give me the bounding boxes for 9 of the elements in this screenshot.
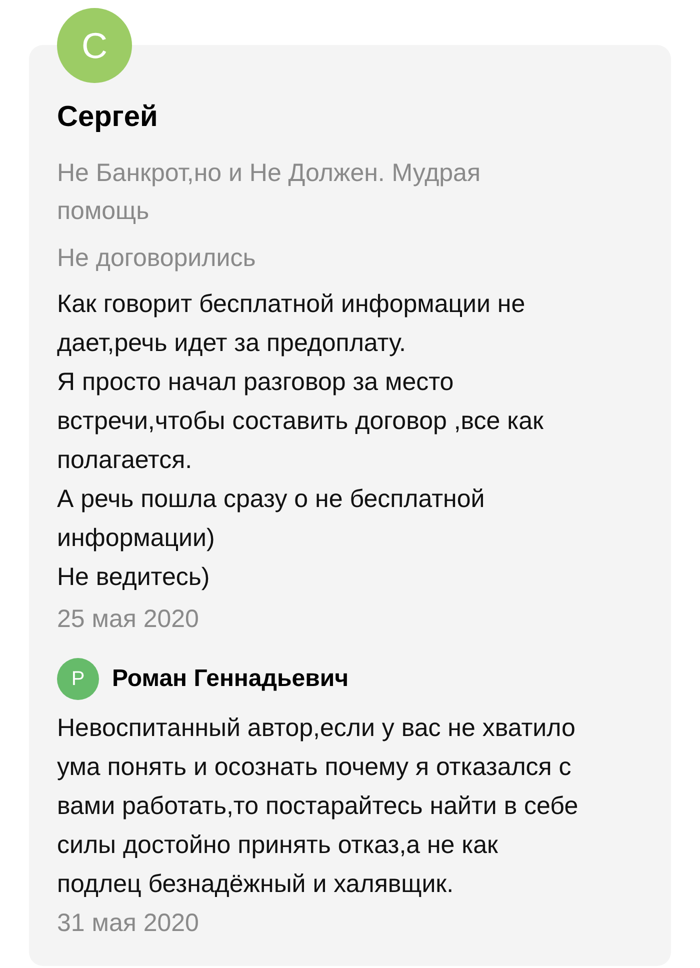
reply-author-name: Роман Геннадьевич <box>112 664 349 694</box>
avatar: С <box>57 8 132 83</box>
reply-date: 31 мая 2020 <box>57 908 199 939</box>
company-name: Не Банкрот,но и Не Должен. Мудрая помощь <box>57 158 482 227</box>
deal-status: Не договорились <box>57 243 256 274</box>
review-date: 25 мая 2020 <box>57 604 199 635</box>
author-name: Сергей <box>57 100 158 135</box>
review-text: Как говорит бесплатной информации не дает,речь идет за предоплату. Я просто начал разговор за место встречи,чтобы составить договор ,все как полагается. А речь пошла сразу о не бесплатной информации) Не ведитесь) <box>57 289 544 593</box>
reply-text: Невоспитанный автор,если у вас не хватило ума понять и осознать почему я отказался с вами работать,то постарайтесь найти в себе силы достойно принять отказ,а не как подлец безнадёжный и халявщик. <box>57 713 580 900</box>
